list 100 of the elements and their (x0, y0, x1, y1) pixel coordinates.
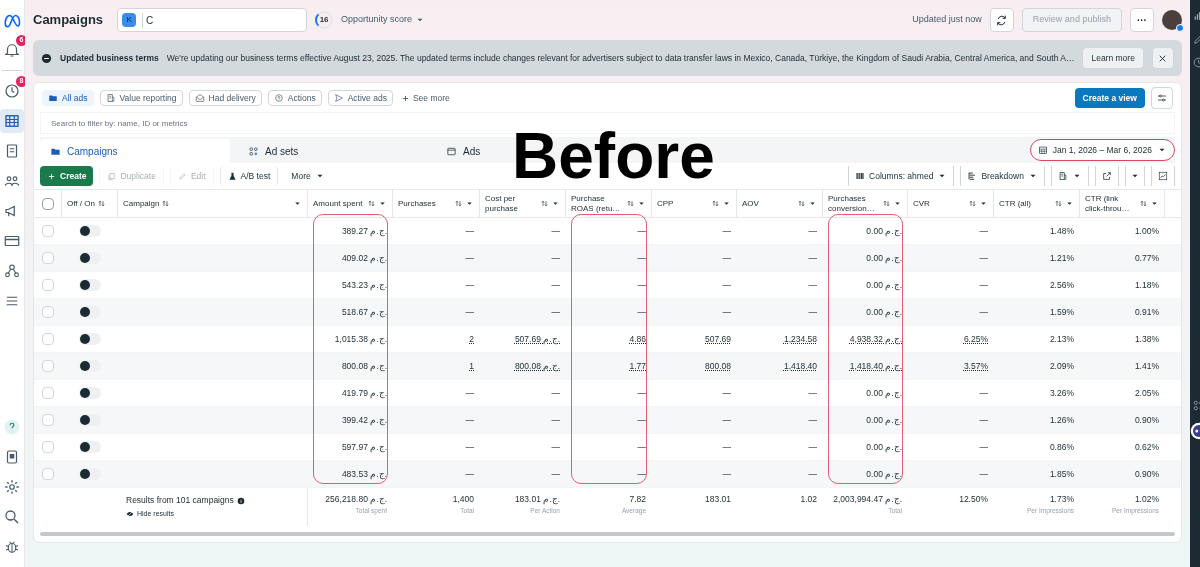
row-checkbox[interactable] (42, 279, 54, 291)
table-cell: — (551, 386, 560, 400)
table-cell: 1.77 (629, 359, 646, 373)
columns-button[interactable]: Columns: ahmed (848, 166, 955, 186)
toggle-switch[interactable] (79, 333, 101, 345)
table-cell: — (551, 467, 560, 481)
filter-chip[interactable]: Active ads (327, 90, 393, 106)
toggle-switch[interactable] (79, 441, 101, 453)
avatar[interactable] (1161, 10, 1182, 30)
notifications-icon[interactable] (3, 41, 21, 59)
toggle-switch[interactable] (79, 414, 101, 426)
table-cell: 0.00 ج.م. (866, 278, 902, 292)
table-cell: — (465, 251, 474, 265)
toggle-switch[interactable] (79, 360, 101, 372)
filter-chip[interactable]: Had delivery (188, 90, 262, 106)
table-cell: 1,015.38 ج.م. (334, 332, 387, 346)
row-checkbox[interactable] (42, 333, 54, 345)
account-selector[interactable]: K C (117, 8, 308, 32)
toggle-switch[interactable] (79, 252, 101, 264)
filter-chip[interactable]: Actions (267, 90, 322, 106)
table-cell: 0.90% (1134, 413, 1159, 427)
refresh-button[interactable] (989, 8, 1014, 32)
learn-more-button[interactable]: Learn more (1082, 47, 1144, 69)
table-cell: — (979, 251, 988, 265)
table-cell: 1,234.58 (783, 332, 817, 346)
settings-icon[interactable] (3, 478, 21, 496)
row-checkbox[interactable] (42, 468, 54, 480)
folder-icon (48, 93, 58, 103)
caret-icon (979, 199, 988, 208)
row-checkbox[interactable] (42, 360, 54, 372)
table-cell: 800.08 ج.م. (341, 359, 387, 373)
toggle-switch[interactable] (79, 468, 101, 480)
table-cell: 0.62% (1134, 440, 1159, 454)
search-icon[interactable] (3, 508, 21, 526)
toggle-switch[interactable] (79, 225, 101, 237)
sort-icon (454, 199, 463, 208)
eye-off-icon (126, 510, 134, 519)
table-cell: 2.09% (1049, 359, 1074, 373)
row-checkbox[interactable] (42, 306, 54, 318)
toggle-switch[interactable] (79, 306, 101, 318)
table-cell: — (722, 251, 731, 265)
chart-button[interactable] (1150, 166, 1175, 186)
send-icon (333, 93, 344, 103)
table-cell: 0.91% (1134, 305, 1159, 319)
ab-test-button[interactable]: A/B test (219, 166, 279, 186)
view-settings-button[interactable] (1150, 87, 1173, 109)
more-button[interactable]: ··· (1129, 8, 1154, 32)
date-range-picker[interactable]: Jan 1, 2026 – Mar 6, 2026 (1029, 139, 1175, 161)
breakdown-button[interactable]: Breakdown (960, 166, 1045, 186)
total-value: 12.50% (959, 493, 988, 506)
total-value: 1,400 (452, 493, 474, 506)
export-button[interactable] (1094, 166, 1119, 186)
table-cell: — (465, 224, 474, 238)
sort-icon (1054, 199, 1063, 208)
total-value: 2,003,994.47 ج.م. (833, 493, 902, 506)
table-cell: — (637, 224, 646, 238)
select-all-checkbox[interactable] (41, 197, 54, 210)
table-icon[interactable] (3, 112, 21, 130)
table-cell: 0.00 ج.م. (866, 305, 902, 319)
plus-icon (47, 171, 56, 181)
toggle-switch[interactable] (79, 279, 101, 291)
table-cell: 399.42 ج.م. (341, 413, 387, 427)
table-cell: 1.85% (1049, 467, 1074, 481)
table-cell: — (808, 413, 817, 427)
row-checkbox[interactable] (42, 441, 54, 453)
table-cell: 0.90% (1134, 467, 1159, 481)
sliders-icon (1155, 92, 1168, 104)
table-cell: 2.56% (1049, 278, 1074, 292)
more-menu-button[interactable]: More (284, 166, 332, 186)
filter-chip[interactable]: Value reporting (99, 90, 183, 106)
create-button[interactable]: Create (40, 166, 94, 186)
clock-icon[interactable] (3, 82, 21, 100)
table-cell: 597.97 ج.م. (341, 440, 387, 454)
row-checkbox[interactable] (42, 414, 54, 426)
tab[interactable]: Campaigns (40, 139, 230, 163)
table-cell: 2.13% (1049, 332, 1074, 346)
table-cell: — (808, 224, 817, 238)
row-checkbox[interactable] (42, 387, 54, 399)
table-cell: — (979, 467, 988, 481)
filter-chip[interactable]: All ads (42, 90, 94, 106)
row-checkbox[interactable] (42, 252, 54, 264)
table-cell: — (551, 224, 560, 238)
network-icon[interactable] (3, 262, 21, 280)
help-icon[interactable] (3, 418, 21, 436)
see-more-button[interactable]: See more (400, 91, 450, 105)
horizontal-scrollbar[interactable] (40, 532, 1175, 536)
table-cell: 1,418.40 ج.م. (849, 359, 902, 373)
window-icon (446, 145, 457, 157)
table-cell: — (979, 224, 988, 238)
create-view-button[interactable]: Create a view (1074, 88, 1145, 108)
toggle-switch[interactable] (79, 387, 101, 399)
arrow-circle-icon (273, 93, 284, 103)
export-icon (1101, 171, 1112, 181)
account-avatar: K (122, 13, 137, 27)
table-cell: 2 (469, 332, 474, 346)
copy-icon (107, 171, 117, 181)
opportunity-score-button[interactable]: Opportunity score (341, 13, 426, 27)
reports-button[interactable] (1050, 166, 1089, 186)
caret-icon (637, 199, 646, 208)
row-checkbox[interactable] (42, 225, 54, 237)
